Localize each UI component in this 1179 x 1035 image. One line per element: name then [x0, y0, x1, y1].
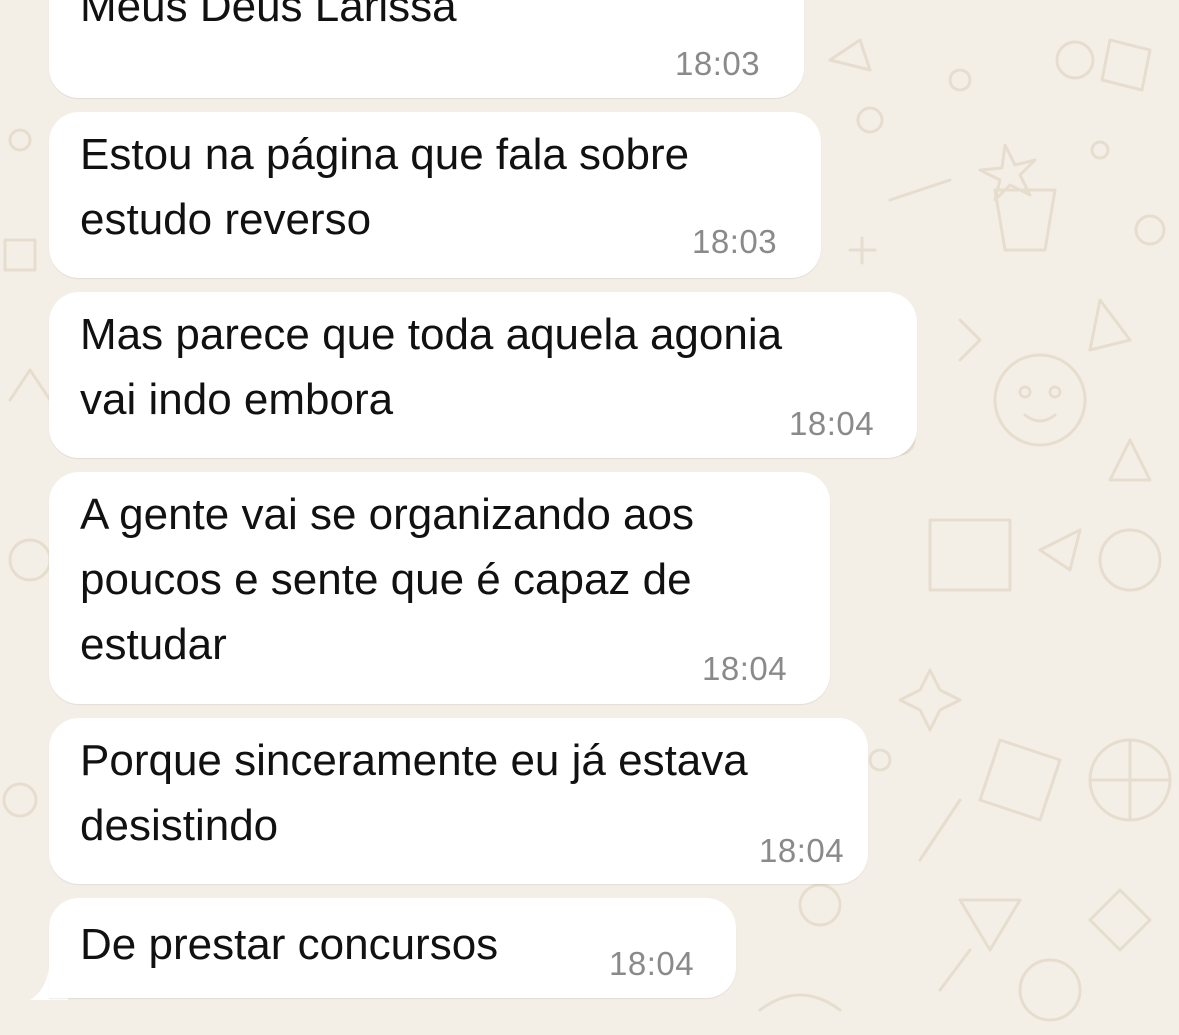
- message-timestamp: 18:03: [675, 45, 761, 82]
- message-bubble[interactable]: Meus Deus Larissa 18:03: [49, 0, 804, 98]
- message-bubble[interactable]: Estou na página que fala sobre estudo re…: [49, 112, 821, 278]
- message-bubble[interactable]: Mas parece que toda aquela agonia vai in…: [49, 292, 917, 458]
- message-text: Estou na página que fala sobre estudo re…: [80, 130, 690, 244]
- message-text: Meus Deus Larissa: [80, 0, 457, 31]
- message-timestamp: 18:04: [609, 945, 695, 982]
- message-bubble[interactable]: Porque sinceramente eu já estava desisti…: [49, 718, 868, 884]
- message-bubble[interactable]: De prestar concursos 18:04: [49, 898, 736, 998]
- message-text: Porque sinceramente eu já estava desisti…: [80, 736, 748, 850]
- message-text: A gente vai se organizando aos poucos e …: [80, 490, 695, 669]
- message-timestamp: 18:04: [789, 405, 875, 442]
- message-list[interactable]: Meus Deus Larissa 18:03 Estou na página …: [0, 0, 1179, 1035]
- message-timestamp: 18:04: [759, 832, 845, 869]
- message-text: De prestar concursos: [80, 920, 499, 969]
- message-timestamp: 18:04: [702, 650, 788, 687]
- message-timestamp: 18:03: [692, 223, 778, 260]
- message-text: Mas parece que toda aquela agonia vai in…: [80, 310, 783, 424]
- message-bubble[interactable]: A gente vai se organizando aos poucos e …: [49, 472, 830, 704]
